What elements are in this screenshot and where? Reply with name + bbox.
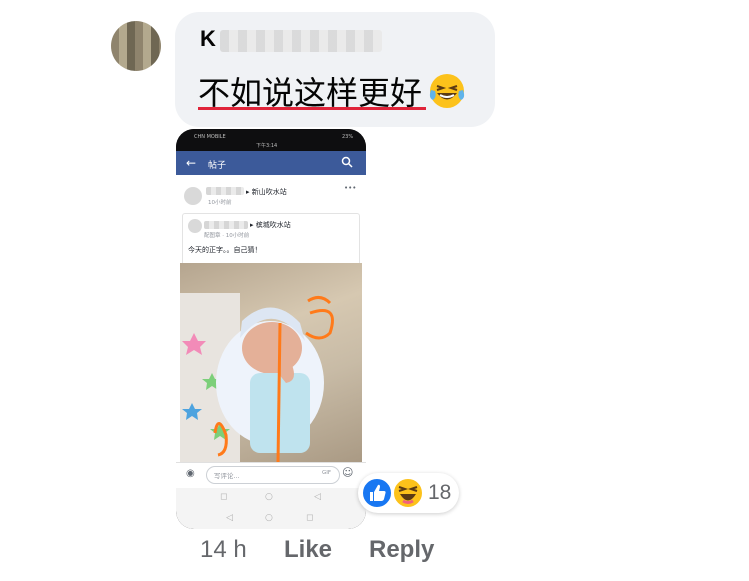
attached-screenshot[interactable]: CHN MOBILE 下午3:14 23% ← 帖子 ▸ 新山吹水站 10小时前…	[176, 129, 366, 529]
like-button[interactable]: Like	[284, 536, 332, 564]
laughing-tears-emoji-icon	[429, 74, 465, 108]
reaction-count: 18	[428, 481, 452, 504]
nav-square-icon: ◻	[220, 492, 228, 502]
post-name-redaction	[206, 187, 244, 195]
post-page-name: ▸ 新山吹水站	[246, 188, 287, 196]
shared-post-meta: 配图章 · 10小时前	[204, 233, 250, 239]
phone-status-bar: CHN MOBILE 下午3:14 23%	[176, 129, 366, 151]
emoji-picker-icon: ☺	[342, 466, 354, 479]
phone-carrier: CHN MOBILE	[194, 134, 226, 140]
post-text: 今天的正字。。自己猜！	[188, 246, 262, 254]
comment-timestamp[interactable]: 14 h	[200, 536, 247, 564]
author-name-redaction	[220, 30, 382, 52]
phone-app-bar	[176, 151, 366, 175]
nav-home-icon: ○	[265, 492, 273, 502]
back-arrow-icon: ←	[186, 156, 197, 170]
shared-page-name: ▸ 槟城吹水站	[250, 221, 291, 229]
phone-clock: 下午3:14	[256, 143, 278, 149]
phone-app-title: 帖子	[208, 161, 227, 171]
nav-home-icon-2: ○	[265, 513, 273, 523]
phone-battery: 23%	[342, 134, 354, 140]
haha-reaction-icon	[392, 477, 424, 509]
post-page-avatar	[184, 187, 202, 205]
avatar[interactable]	[111, 21, 161, 71]
gif-icon: GIF	[322, 470, 332, 476]
comment-author-name[interactable]: K	[200, 26, 216, 52]
nav-square-icon-2: ◻	[306, 513, 314, 523]
reply-button[interactable]: Reply	[369, 536, 434, 564]
shared-name-redaction	[204, 221, 248, 229]
camera-icon: ◉	[186, 468, 195, 479]
nav-back-icon-2: ◁	[226, 513, 233, 523]
shared-page-avatar	[188, 219, 202, 233]
like-reaction-icon	[361, 477, 393, 509]
nav-back-icon: ◁	[314, 492, 321, 502]
post-time: 10小时前	[208, 200, 232, 206]
spellcheck-underline	[198, 107, 426, 110]
comment-placeholder: 写评论...	[214, 472, 240, 480]
post-photo	[180, 263, 362, 468]
more-options-icon: •••	[344, 184, 357, 192]
search-icon	[341, 156, 353, 168]
